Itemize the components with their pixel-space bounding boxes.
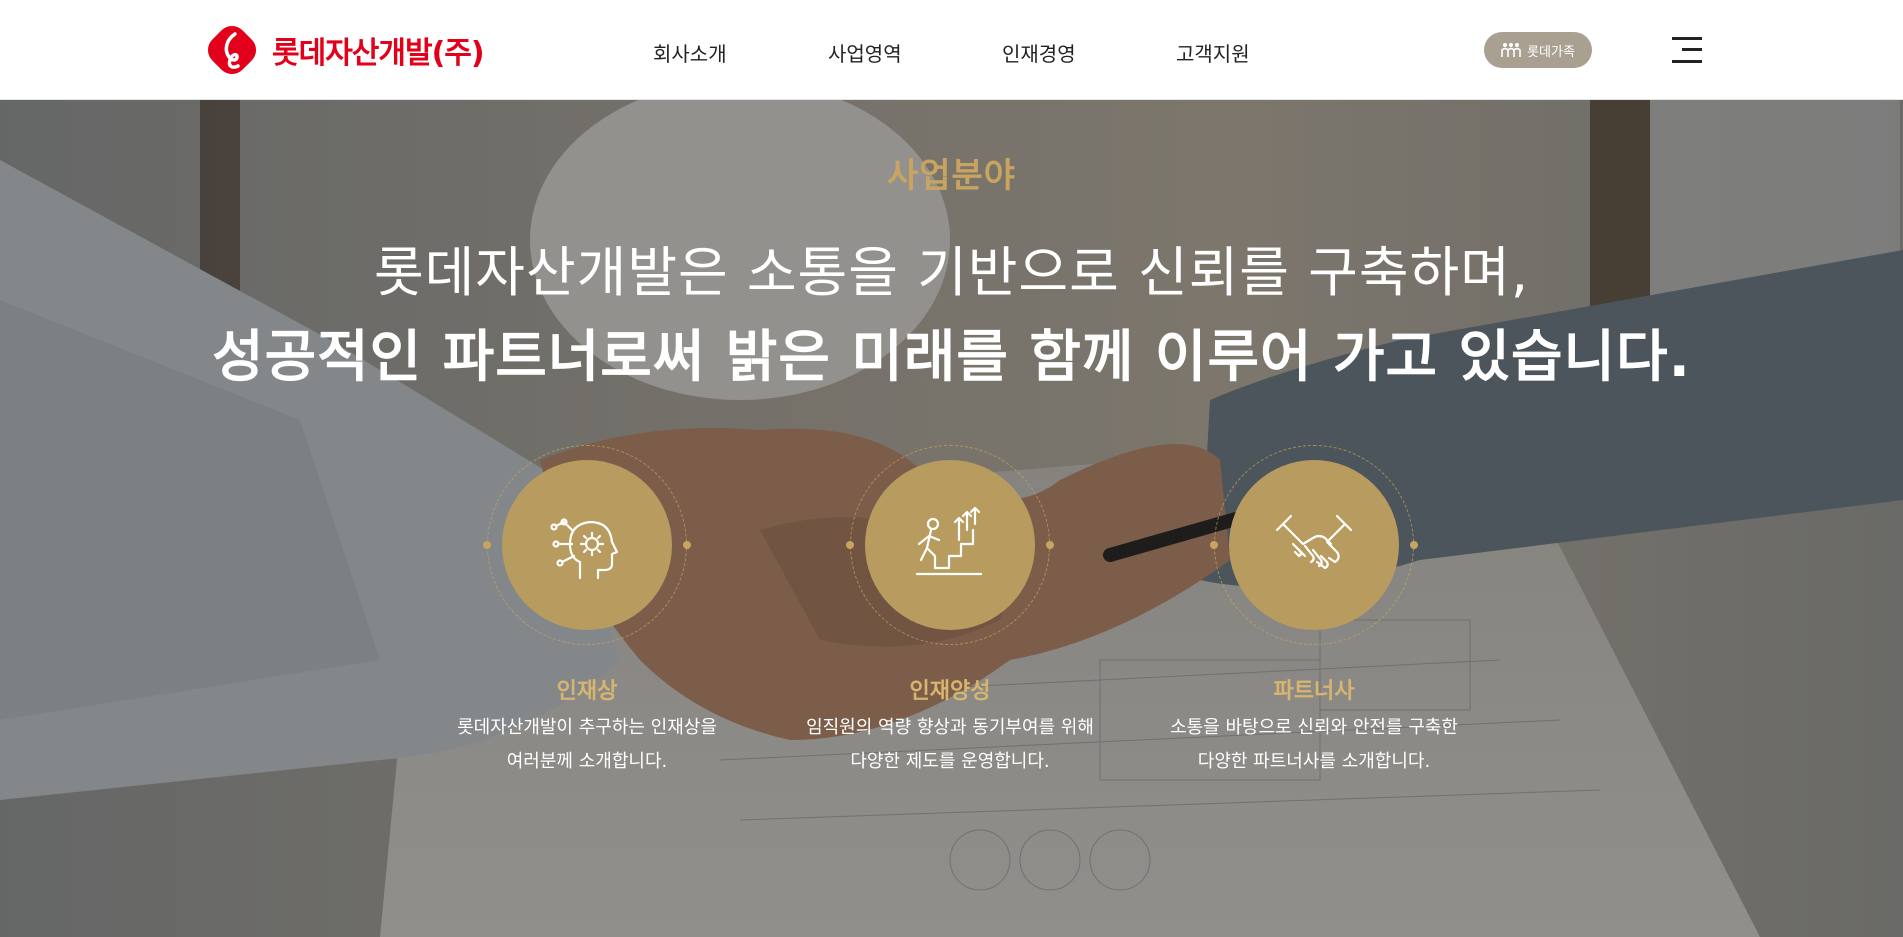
section-eyebrow: 사업분야	[886, 156, 1017, 196]
feature-talent-title: 인재상	[556, 679, 618, 704]
feature-partners-title: 파트너사	[1273, 679, 1355, 704]
feature-development-title: 인재양성	[909, 679, 991, 704]
feature-desc-line: 다양한 제도를 운영합니다.	[850, 751, 1050, 772]
hero-headline-line2: 성공적인 파트너로써 밝은 미래를 함께 이루어 가고 있습니다.	[212, 325, 1691, 390]
lotte-logo-icon	[202, 20, 262, 80]
family-icon	[1501, 43, 1521, 57]
handshake-icon	[1275, 514, 1353, 570]
feature-desc-line: 여러분께 소개합니다.	[506, 751, 668, 772]
feature-talent: 인재상 롯데자산개발이 추구하는 인재상을 여러분께 소개합니다.	[437, 445, 737, 805]
family-button-label: 롯데가족	[1527, 44, 1575, 60]
head-gear-icon	[550, 518, 619, 580]
feature-desc-line: 소통을 바탕으로 신뢰와 안전를 구축한	[1170, 717, 1458, 738]
feature-desc-line: 임직원의 역량 향상과 동기부여를 위해	[806, 717, 1094, 738]
feature-desc-line: 다양한 파트너사를 소개합니다.	[1197, 751, 1431, 772]
nav-item-business[interactable]: 사업영역	[828, 38, 902, 67]
logo-text: 롯데자산개발(주)	[272, 36, 485, 71]
nav-item-company[interactable]: 회사소개	[653, 38, 727, 67]
feature-desc-line: 롯데자산개발이 추구하는 인재상을	[457, 717, 717, 738]
feature-development: 인재양성 임직원의 역량 향상과 동기부여를 위해 다양한 제도를 운영합니다.	[800, 445, 1100, 805]
nav-item-support[interactable]: 고객지원	[1176, 38, 1250, 67]
feature-talent-button[interactable]	[502, 460, 672, 630]
company-logo[interactable]: 롯데자산개발(주)	[202, 20, 485, 80]
feature-partners-desc: 소통을 바탕으로 신뢰와 안전를 구축한 다양한 파트너사를 소개합니다.	[1164, 711, 1464, 779]
feature-partners: 파트너사 소통을 바탕으로 신뢰와 안전를 구축한 다양한 파트너사를 소개합니…	[1164, 445, 1464, 805]
site-header: 롯데자산개발(주) 회사소개 사업영역 인재경영 고객지원 롯데가족	[0, 0, 1903, 100]
nav-item-recruit[interactable]: 인재경영	[1002, 38, 1076, 67]
hero-headline-line1: 롯데자산개발은 소통을 기반으로 신뢰를 구축하며,	[373, 241, 1530, 304]
feature-talent-desc: 롯데자산개발이 추구하는 인재상을 여러분께 소개합니다.	[437, 711, 737, 779]
person-climbing-stairs-icon	[915, 506, 983, 576]
business-hero-section: 사업분야 롯데자산개발은 소통을 기반으로 신뢰를 구축하며, 성공적인 파트너…	[0, 100, 1903, 937]
hamburger-icon[interactable]	[1672, 36, 1702, 64]
feature-development-button[interactable]	[865, 460, 1035, 630]
feature-partners-button[interactable]	[1229, 460, 1399, 630]
lotte-family-button[interactable]: 롯데가족	[1484, 32, 1592, 68]
feature-development-desc: 임직원의 역량 향상과 동기부여를 위해 다양한 제도를 운영합니다.	[800, 711, 1100, 779]
